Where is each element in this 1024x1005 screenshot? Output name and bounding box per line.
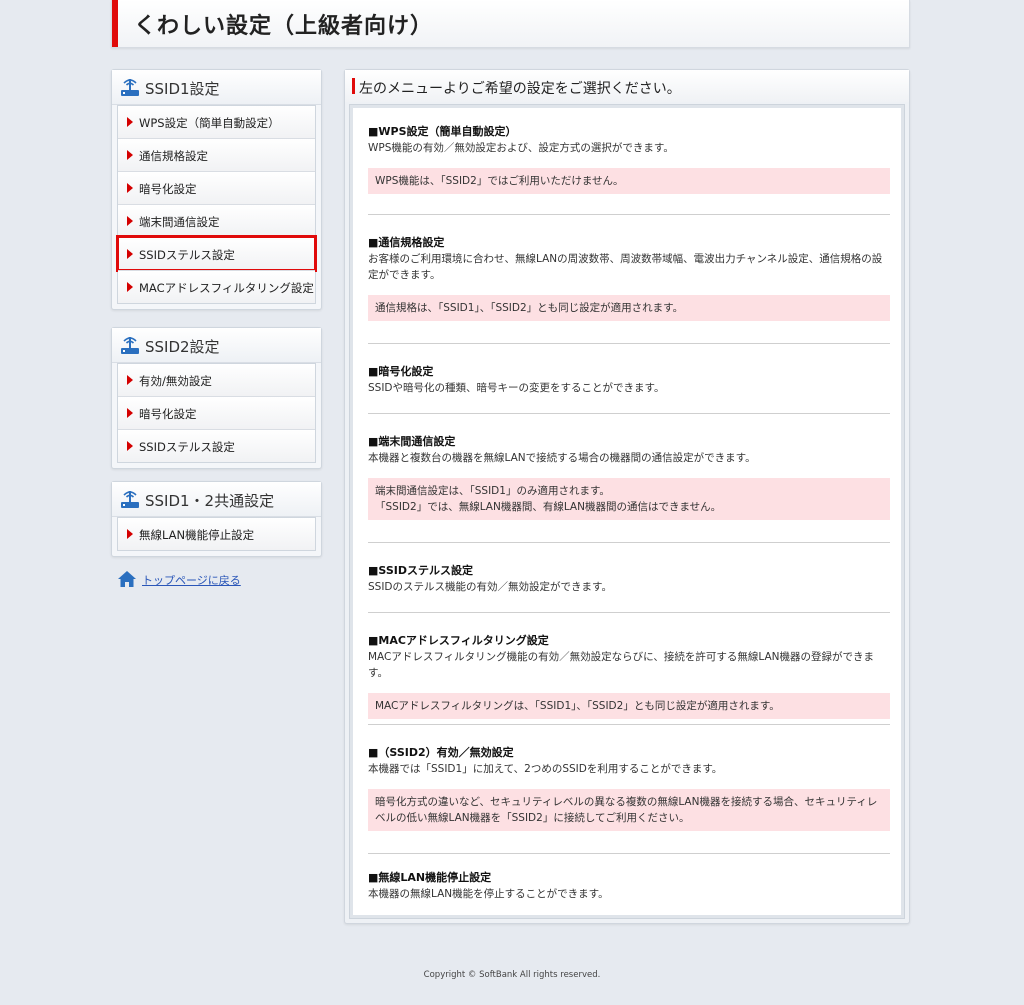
sidebar-box-ssid1: SSID1設定 WPS設定（簡単自動設定） 通信規格設定 暗号化設定 端末間通信… (111, 69, 322, 310)
section-mac-filter: ■MACアドレスフィルタリング設定 MACアドレスフィルタリング機能の有効／無効… (368, 633, 890, 719)
section-description: SSIDや暗号化の種類、暗号キーの変更をすることができます。 (368, 382, 665, 394)
sidebar-item-label: SSIDステルス設定 (139, 440, 235, 454)
sidebar-box-common: SSID1・2共通設定 無線LAN機能停止設定 (111, 481, 322, 557)
section-title: ■暗号化設定 (368, 365, 434, 378)
triangle-right-icon (127, 216, 133, 226)
divider (368, 343, 890, 344)
sidebar-box-ssid2: SSID2設定 有効/無効設定 暗号化設定 SSIDステルス設定 (111, 327, 322, 469)
sidebar-item-inter-device[interactable]: 端末間通信設定 (118, 204, 315, 237)
section-description: お客様のご利用環境に合わせ、無線LANの周波数帯、周波数帯域幅、電波出力チャンネ… (368, 253, 883, 281)
section-note: MACアドレスフィルタリングは、「SSID1」、「SSID2」とも同じ設定が適用… (368, 693, 890, 719)
wifi-router-icon (121, 79, 139, 96)
divider (368, 542, 890, 543)
section-title: ■WPS設定（簡単自動設定） (368, 125, 517, 138)
triangle-right-icon (127, 441, 133, 451)
sidebar-box-title: SSID1設定 (145, 80, 220, 98)
sidebar-item-wlan-stop[interactable]: 無線LAN機能停止設定 (118, 517, 315, 550)
section-encryption: ■暗号化設定 SSIDや暗号化の種類、暗号キーの変更をすることができます。 (368, 364, 890, 396)
section-title: ■通信規格設定 (368, 236, 445, 249)
divider (368, 413, 890, 414)
sidebar-menu: WPS設定（簡単自動設定） 通信規格設定 暗号化設定 端末間通信設定 SSIDス… (116, 105, 317, 304)
sidebar-item-ssid-stealth[interactable]: SSIDステルス設定 (118, 429, 315, 462)
section-description: MACアドレスフィルタリング機能の有効／無効設定ならびに、接続を許可する無線LA… (368, 651, 874, 679)
sidebar-item-enable-disable[interactable]: 有効/無効設定 (118, 363, 315, 396)
triangle-right-icon (127, 150, 133, 160)
section-ssid2-enable: ■（SSID2）有効／無効設定 本機器では「SSID1」に加えて、2つめのSSI… (368, 745, 890, 831)
section-title: ■端末間通信設定 (368, 435, 456, 448)
triangle-right-icon (127, 529, 133, 539)
section-note: 通信規格は、「SSID1」、「SSID2」とも同じ設定が適用されます。 (368, 295, 890, 321)
sidebar-item-label: 有効/無効設定 (139, 374, 212, 388)
section-note: 暗号化方式の違いなど、セキュリティレベルの異なる複数の無線LAN機器を接続する場… (368, 789, 890, 831)
triangle-right-icon (127, 117, 133, 127)
sidebar-box-header: SSID1設定 (112, 70, 321, 105)
sidebar-item-encryption[interactable]: 暗号化設定 (118, 396, 315, 429)
triangle-right-icon (127, 408, 133, 418)
sidebar-item-label: MACアドレスフィルタリング設定 (139, 281, 314, 295)
sidebar-item-mac-filter[interactable]: MACアドレスフィルタリング設定 (118, 270, 315, 303)
divider (368, 724, 890, 725)
sidebar-item-label: SSIDステルス設定 (139, 248, 235, 262)
wifi-router-icon (121, 337, 139, 354)
sidebar-box-title: SSID2設定 (145, 338, 220, 356)
sidebar-menu: 無線LAN機能停止設定 (117, 517, 316, 551)
info-panel: ■WPS設定（簡単自動設定） WPS機能の有効／無効設定および、設定方式の選択が… (349, 104, 905, 919)
sidebar-item-label: 無線LAN機能停止設定 (139, 528, 255, 542)
main-header-accent-bar (352, 78, 355, 94)
section-wps: ■WPS設定（簡単自動設定） WPS機能の有効／無効設定および、設定方式の選択が… (368, 124, 890, 194)
section-title: ■MACアドレスフィルタリング設定 (368, 634, 549, 647)
section-inter-device: ■端末間通信設定 本機器と複数台の機器を無線LANで接続する場合の機器間の通信設… (368, 434, 890, 520)
section-comm-standard: ■通信規格設定 お客様のご利用環境に合わせ、無線LANの周波数帯、周波数帯域幅、… (368, 235, 890, 321)
section-description: 本機器では「SSID1」に加えて、2つめのSSIDを利用することができます。 (368, 763, 723, 775)
home-icon (118, 571, 136, 587)
section-note: 端末間通信設定は、「SSID1」のみ適用されます。 「SSID2」では、無線LA… (368, 478, 890, 520)
sidebar-item-label: 暗号化設定 (139, 407, 197, 421)
divider (368, 214, 890, 215)
top-page-link-label[interactable]: トップページに戻る (142, 572, 241, 588)
section-description: WPS機能の有効／無効設定および、設定方式の選択ができます。 (368, 142, 674, 154)
divider (368, 853, 890, 854)
main-heading: 左のメニューよりご希望の設定をご選択ください。 (359, 81, 681, 97)
header-accent-bar (112, 0, 118, 47)
sidebar-box-header: SSID2設定 (112, 328, 321, 363)
triangle-right-icon (127, 282, 133, 292)
sidebar-item-encryption[interactable]: 暗号化設定 (118, 171, 315, 204)
section-description: 本機器の無線LAN機能を停止することができます。 (368, 888, 609, 900)
sidebar-item-label: 暗号化設定 (139, 182, 197, 196)
sidebar-box-title: SSID1・2共通設定 (145, 492, 275, 510)
sidebar-item-label: 端末間通信設定 (139, 215, 220, 229)
copyright: Copyright © SoftBank All rights reserved… (423, 970, 601, 980)
wifi-router-icon (121, 491, 139, 508)
sidebar-item-label: 通信規格設定 (139, 149, 208, 163)
section-description: SSIDのステルス機能の有効／無効設定ができます。 (368, 581, 612, 593)
main-header: 左のメニューよりご希望の設定をご選択ください。 (345, 70, 909, 102)
page-title: くわしい設定（上級者向け） (134, 14, 434, 39)
sidebar-item-label: WPS設定（簡単自動設定） (139, 116, 280, 130)
triangle-right-icon (127, 183, 133, 193)
section-title: ■SSIDステルス設定 (368, 564, 473, 577)
section-title: ■無線LAN機能停止設定 (368, 871, 492, 884)
sidebar-menu: 有効/無効設定 暗号化設定 SSIDステルス設定 (117, 363, 316, 463)
section-description: 本機器と複数台の機器を無線LANで接続する場合の機器間の通信設定ができます。 (368, 452, 756, 464)
triangle-right-icon (127, 249, 133, 259)
section-wlan-stop: ■無線LAN機能停止設定 本機器の無線LAN機能を停止することができます。 (368, 870, 890, 902)
sidebar-box-header: SSID1・2共通設定 (112, 482, 321, 517)
sidebar-item-ssid-stealth[interactable]: SSIDステルス設定 (116, 235, 317, 272)
sidebar-item-comm-standard[interactable]: 通信規格設定 (118, 138, 315, 171)
triangle-right-icon (127, 375, 133, 385)
section-title: ■（SSID2）有効／無効設定 (368, 746, 514, 759)
page-header: くわしい設定（上級者向け） (111, 0, 910, 48)
section-note: WPS機能は、「SSID2」ではご利用いただけません。 (368, 168, 890, 194)
sidebar-item-wps[interactable]: WPS設定（簡単自動設定） (118, 105, 315, 138)
divider (368, 612, 890, 613)
section-ssid-stealth: ■SSIDステルス設定 SSIDのステルス機能の有効／無効設定ができます。 (368, 563, 890, 595)
main-content: 左のメニューよりご希望の設定をご選択ください。 ■WPS設定（簡単自動設定） W… (344, 69, 910, 924)
